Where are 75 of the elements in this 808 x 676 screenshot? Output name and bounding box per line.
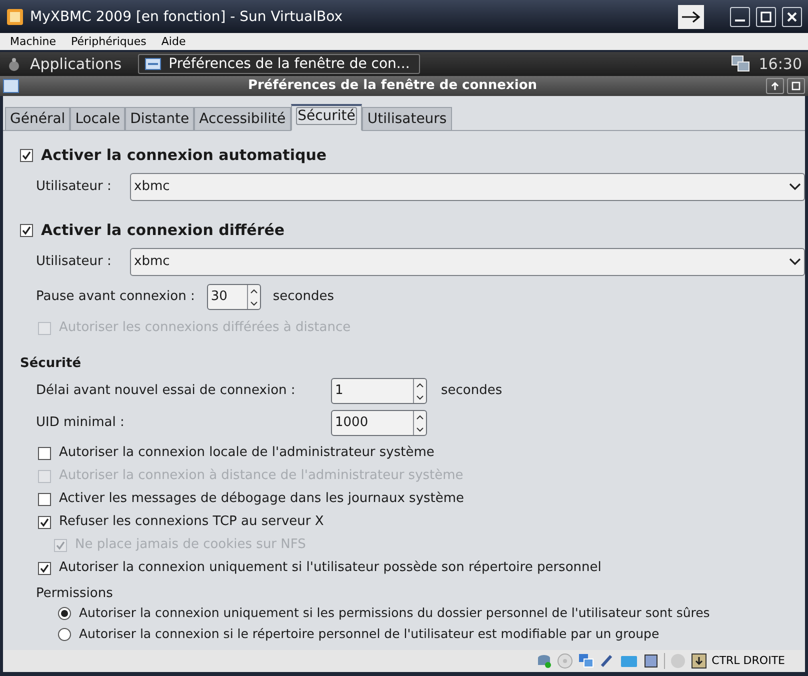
user-dropdown[interactable]: xbmc [130, 173, 805, 201]
checkbox[interactable] [20, 224, 33, 236]
maximize-button[interactable] [756, 6, 776, 26]
checkbox[interactable] [38, 492, 51, 506]
app-icon [6, 8, 24, 26]
spin-field[interactable]: 30 [206, 284, 261, 310]
host-key-label: CTRL DROITE [712, 653, 785, 669]
spin-field[interactable]: 1 [331, 378, 427, 404]
dropdown-value: xbmc [133, 253, 171, 271]
tab[interactable]: Utilisateurs [362, 107, 452, 131]
checkbox-label: Autoriser la connexion locale de l'administrateur système [59, 444, 434, 462]
menu-item[interactable]: Périphériques [71, 32, 146, 50]
spin-field[interactable]: 1000 [331, 410, 427, 436]
maximize-button[interactable] [787, 78, 805, 94]
group-label: Permissions [36, 585, 113, 603]
checkbox-label: Activer les messages de débogage dans les journaux système [59, 490, 464, 508]
field-label: Délai avant nouvel essai de connexion : [36, 382, 296, 400]
checkbox-label: Activer la connexion différée [41, 221, 285, 239]
dropdown-value: xbmc [133, 178, 171, 196]
chevron-down-icon [788, 182, 802, 192]
close-icon [786, 10, 798, 22]
keyboard-capture-icon[interactable] [690, 653, 707, 669]
checkbox[interactable] [38, 562, 51, 574]
unit-label: secondes [272, 288, 334, 306]
window-icon [3, 79, 19, 93]
minimize-icon [734, 19, 746, 22]
window-title: MyXBMC 2009 [en fonction] - Sun VirtualBox [30, 8, 344, 26]
checkbox-label: Autoriser la connexion uniquement si l'utilisateur possède son répertoire personnel [59, 559, 602, 577]
section-heading: Sécurité [20, 355, 82, 373]
host-key-button[interactable] [678, 4, 704, 28]
field-label: Utilisateur : [36, 178, 112, 196]
shade-button[interactable] [766, 78, 784, 94]
radio-label: Autoriser la connexion uniquement si les permissions du dossier personnel de l'utilisateur sont sûres [79, 604, 710, 622]
field-label: Pause avant connexion : [36, 288, 195, 306]
close-button[interactable] [782, 6, 802, 26]
tab[interactable]: Sécurité [290, 104, 362, 131]
maximize-icon [791, 81, 801, 91]
radio-label: Autoriser la connexion si le répertoire personnel de l'utilisateur est modifiable par un groupe [79, 625, 660, 643]
maximize-icon [760, 10, 772, 22]
spin-arrows-icon[interactable] [413, 411, 426, 435]
checkbox[interactable] [20, 148, 33, 162]
window-icon [144, 58, 161, 70]
tab[interactable]: Accessibilité [194, 107, 291, 131]
clock: 16:30 [758, 55, 802, 73]
chip-icon[interactable] [642, 653, 659, 669]
checkbox-label: Refuser les connexions TCP au serveur X [59, 513, 324, 531]
chevron-down-icon [788, 257, 802, 267]
taskbar-button[interactable]: Préférences de la fenêtre de con... [138, 54, 420, 74]
tab[interactable]: Locale [70, 107, 126, 131]
menu-item[interactable]: Machine [10, 32, 56, 50]
minimize-button[interactable] [730, 6, 750, 26]
field-label: Utilisateur : [36, 253, 112, 271]
radio-button[interactable] [58, 628, 71, 640]
hard-disk-icon[interactable] [536, 653, 552, 669]
dialog-title: Préférences de la fenêtre de connexion [246, 77, 538, 95]
network-icon [730, 55, 751, 73]
applications-menu[interactable]: Applications [30, 55, 122, 73]
checkbox-label: Activer la connexion automatique [41, 146, 327, 164]
arrow-up-icon [770, 81, 780, 91]
menu-item[interactable]: Aide [161, 32, 186, 50]
network-icon[interactable] [578, 653, 594, 669]
checkbox[interactable] [38, 446, 51, 460]
arrow-right-icon [681, 10, 701, 24]
spin-arrows-icon[interactable] [246, 285, 260, 309]
user-dropdown[interactable]: xbmc [130, 248, 805, 276]
spin-value: 1 [334, 382, 344, 400]
radio-button[interactable] [58, 606, 71, 620]
spin-value: 30 [210, 288, 228, 306]
unit-label: secondes [441, 382, 502, 400]
tab[interactable]: Distante [125, 107, 194, 131]
checkbox[interactable] [38, 516, 51, 528]
tab[interactable]: Général [5, 107, 70, 131]
spin-arrows-icon[interactable] [413, 379, 426, 403]
spin-value: 1000 [334, 414, 370, 432]
field-label: UID minimal : [36, 414, 126, 432]
